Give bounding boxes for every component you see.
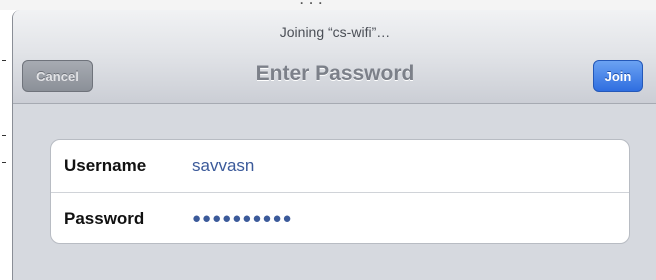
credentials-form: Username savvasn Password ●●●●●●●●●● [50, 139, 630, 244]
ipad-screen: · · · Joining “cs-wifi”… Cancel Enter Pa… [0, 0, 656, 280]
password-field[interactable]: ●●●●●●●●●● [192, 193, 293, 245]
password-row[interactable]: Password ●●●●●●●●●● [51, 192, 629, 245]
wifi-password-sheet: Joining “cs-wifi”… Cancel Enter Password… [12, 10, 656, 280]
password-label: Password [64, 209, 145, 228]
joining-network-prompt: Joining “cs-wifi”… [279, 24, 391, 40]
sheet-title: Enter Password [255, 62, 415, 85]
username-field[interactable]: savvasn [192, 140, 254, 192]
sheet-navbar: Joining “cs-wifi”… Cancel Enter Password… [13, 10, 656, 104]
background-left-edge [0, 10, 12, 280]
background-app-edge: · · · [0, 0, 656, 10]
background-tick [2, 162, 6, 163]
background-text-fragment: · · · [300, 0, 324, 10]
username-label: Username [64, 156, 147, 175]
background-tick [2, 135, 6, 136]
join-button[interactable]: Join [593, 60, 643, 92]
background-tick [2, 60, 6, 61]
username-row[interactable]: Username savvasn [51, 140, 629, 192]
